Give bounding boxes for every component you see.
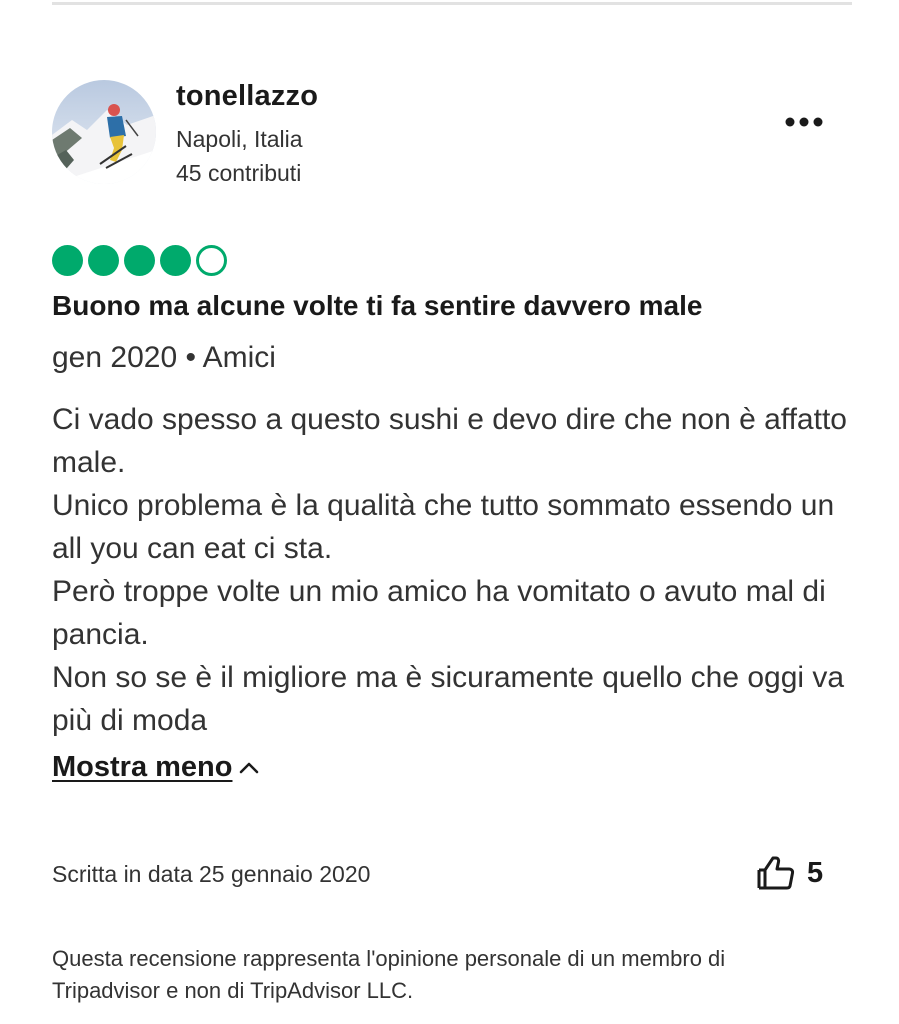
helpful-vote-button[interactable]: 5: [755, 855, 823, 891]
written-date: Scritta in data 25 gennaio 2020: [52, 861, 371, 887]
rating-bubble-filled: [124, 245, 155, 276]
reviewer-contributions: 45 contributi: [176, 160, 302, 186]
rating-bubble-empty: [196, 245, 227, 276]
skier-photo-icon: [52, 80, 156, 184]
review-paragraph: Non so se è il migliore ma è sicuramente…: [52, 661, 845, 737]
review-paragraph: Unico problema è la qualità che tutto so…: [52, 489, 835, 565]
chevron-up-icon: [240, 762, 259, 773]
disclaimer-text: Questa recensione rappresenta l'opinione…: [52, 946, 726, 1003]
review-paragraph: Però troppe volte un mio amico ha vomita…: [52, 575, 826, 651]
thumbs-up-icon: [757, 856, 795, 890]
avatar[interactable]: [52, 80, 156, 184]
more-horizontal-icon: [785, 117, 823, 127]
reviewer-username[interactable]: tonellazzo: [176, 80, 318, 113]
rating-bubble-filled: [88, 245, 119, 276]
review-meta: gen 2020 • Amici: [52, 341, 276, 374]
show-less-link[interactable]: Mostra meno: [52, 751, 260, 784]
rating-bubble-filled: [160, 245, 191, 276]
rating-bubble-filled: [52, 245, 83, 276]
review-body: Ci vado spesso a questo sushi e devo dir…: [52, 398, 862, 742]
top-divider: [52, 2, 852, 5]
show-less-label: Mostra meno: [52, 751, 233, 783]
more-options-button[interactable]: [778, 104, 830, 140]
review-paragraph: Ci vado spesso a questo sushi e devo dir…: [52, 403, 847, 479]
reviewer-location: Napoli, Italia: [176, 126, 303, 152]
review-title: Buono ma alcune volte ti fa sentire davv…: [52, 290, 703, 321]
helpful-count: 5: [807, 856, 824, 889]
rating-bubbles: [52, 245, 227, 276]
